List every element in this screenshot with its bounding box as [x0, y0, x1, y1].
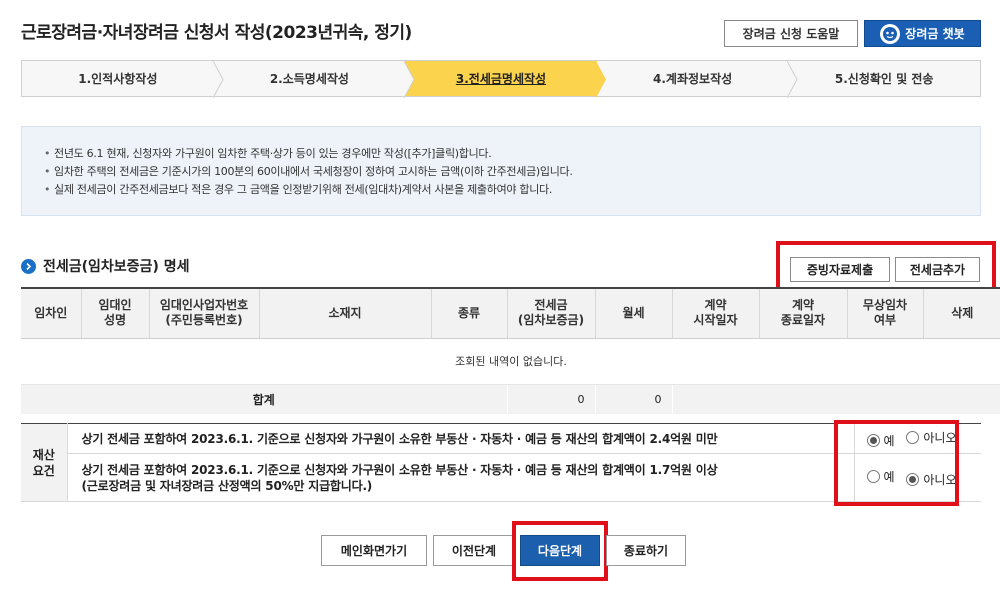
step-arrow-icon: [787, 61, 798, 98]
notice-item: 전년도 6.1 현재, 신청자와 가구원이 임차한 주택·상가 등이 있는 경우…: [44, 145, 980, 163]
empty-message: 조회된 내역이 없습니다.: [21, 338, 1000, 385]
notice-item: 실제 전세금이 간주전세금보다 적은 경우 그 금액을 인정받기위해 전세(임대…: [44, 181, 980, 199]
asset-text-2: 상기 전세금 포함하여 2023.6.1. 기준으로 신청자와 가구원이 소유한…: [67, 453, 855, 502]
step-5: 5.신청확인 및 전송: [788, 61, 980, 96]
add-deposit-button[interactable]: 전세금추가: [895, 257, 980, 282]
asset-text-1: 상기 전세금 포함하여 2023.6.1. 기준으로 신청자와 가구원이 소유한…: [67, 423, 855, 454]
step-4: 4.계좌정보작성: [597, 61, 798, 98]
col-address: 소재지: [259, 288, 432, 339]
evidence-submit-button[interactable]: 증빙자료제출: [790, 257, 890, 282]
help-button[interactable]: 장려금 신청 도움말: [724, 20, 858, 47]
step-indicator: 1.인적사항작성 2.소득명세작성 3.전세금명세작성 4.계좌정보작성 5.신…: [21, 60, 981, 98]
section-title: 전세금(임차보증금) 명세: [21, 256, 189, 276]
col-type: 종류: [431, 288, 508, 339]
total-filler: [672, 384, 1000, 414]
col-end-date: 계약 종료일자: [759, 288, 848, 339]
step-label: 2.소득명세작성: [269, 72, 349, 86]
arrow-circle-icon: [21, 258, 36, 274]
asset-label: 재산 요건: [21, 423, 68, 502]
col-start-date: 계약 시작일자: [672, 288, 760, 339]
total-deposit: 0: [507, 384, 596, 414]
finish-button[interactable]: 종료하기: [606, 535, 686, 566]
section-title-text: 전세금(임차보증금) 명세: [43, 259, 190, 275]
step-label: 1.인적사항작성: [78, 72, 158, 86]
prev-step-button[interactable]: 이전단계: [433, 535, 515, 566]
notice-box: 전년도 6.1 현재, 신청자와 가구원이 임차한 주택·상가 등이 있는 경우…: [21, 126, 981, 216]
notice-item: 임차한 주택의 전세금은 기준시가의 100분의 60이내에서 국세청장이 정하…: [44, 163, 980, 181]
table-header-row: 임차인 임대인 성명 임대인사업자번호 (주민등록번호) 소재지 종류 전세금 (임차…: [21, 288, 1000, 339]
col-delete: 삭제: [923, 288, 1000, 339]
step-arrow-icon: [212, 61, 224, 98]
main-page-button[interactable]: 메인화면가기: [321, 535, 427, 566]
total-row: 합계 0 0: [21, 384, 1000, 414]
step-arrow-icon: [404, 61, 415, 98]
chatbot-icon: [880, 23, 901, 44]
step-label: 3.전세금명세작성: [455, 72, 547, 86]
chatbot-label: 장려금 챗봇: [905, 27, 965, 41]
total-label: 합계: [21, 384, 508, 414]
page-title: 근로장려금·자녀장려금 신청서 작성(2023년귀속, 정기): [21, 23, 412, 43]
step-label: 4.계좌정보작성: [653, 72, 733, 86]
step-label: 5.신청확인 및 전송: [834, 72, 934, 86]
deposit-table: 임차인 임대인 성명 임대인사업자번호 (주민등록번호) 소재지 종류 전세금 (임차…: [21, 287, 1000, 414]
step-3-active: 3.전세금명세작성: [405, 61, 606, 98]
step-1: 1.인적사항작성: [22, 61, 224, 98]
col-monthly-rent: 월세: [595, 288, 673, 339]
step-arrow-icon: [595, 61, 606, 98]
total-rent: 0: [595, 384, 673, 414]
empty-row: 조회된 내역이 없습니다.: [21, 338, 1000, 385]
col-tenant: 임차인: [21, 288, 82, 339]
col-free-rent: 무상임차 여부: [847, 288, 924, 339]
highlight-box: [834, 420, 959, 506]
col-landlord-name: 임대인 성명: [81, 288, 150, 339]
col-deposit: 전세금 (임차보증금): [507, 288, 596, 339]
step-2: 2.소득명세작성: [214, 61, 415, 98]
next-step-button[interactable]: 다음단계: [520, 535, 600, 566]
chatbot-button[interactable]: 장려금 챗봇: [864, 20, 981, 47]
col-landlord-id: 임대인사업자번호 (주민등록번호): [149, 288, 260, 339]
